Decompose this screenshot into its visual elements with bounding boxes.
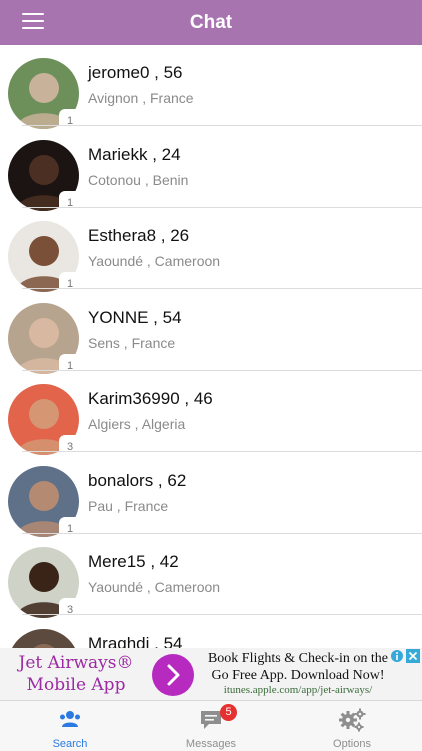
people-icon	[60, 711, 80, 727]
ad-url[interactable]: itunes.apple.com/app/jet-airways/	[198, 684, 398, 696]
tab-options[interactable]: Options	[282, 701, 422, 751]
gears-icon	[339, 708, 366, 732]
info-icon[interactable]	[390, 649, 404, 663]
ad-headline: Book Flights & Check-in on the Go Free A…	[207, 651, 389, 683]
ad-arrow-button[interactable]	[152, 654, 194, 696]
contact-location: Pau , France	[88, 497, 169, 514]
avatar	[8, 628, 79, 648]
contact-location: Cotonou , Benin	[88, 171, 189, 188]
tab-label: Search	[52, 738, 88, 750]
contact-row[interactable]: 1 Mariekk , 24 Cotonou , Benin	[0, 127, 422, 213]
contact-name: Mraghdi , 54	[88, 633, 183, 649]
contact-location: Sens , France	[88, 334, 176, 351]
tab-label: Options	[333, 738, 371, 750]
page-title: Chat	[189, 12, 233, 33]
contact-row[interactable]: 1 Esthera8 , 26 Yaoundé , Cameroon	[0, 208, 422, 294]
app-header: Chat	[0, 0, 422, 45]
ad-banner[interactable]: Jet Airways® Mobile App Book Flights & C…	[0, 648, 422, 700]
tab-search[interactable]: Search	[0, 701, 140, 751]
contact-name: bonalors , 62	[88, 470, 187, 490]
contact-row[interactable]: 3 Mere15 , 42 Yaoundé , Cameroon	[0, 534, 422, 620]
tab-bar: Search 5 Messages Options	[0, 700, 422, 751]
ad-brand-line1: Jet Airways®	[18, 653, 134, 673]
contact-row[interactable]: 1 YONNE , 54 Sens , France	[0, 290, 422, 376]
unread-badge: 5	[220, 704, 237, 721]
contact-name: jerome0 , 56	[88, 63, 183, 82]
contact-row[interactable]: 1 jerome0 , 56 Avignon , France	[0, 45, 422, 131]
ad-brand: Jet Airways® Mobile App	[6, 652, 146, 696]
contact-location: Algiers , Algeria	[88, 416, 186, 432]
contact-row[interactable]: Mraghdi , 54	[0, 616, 422, 649]
tab-messages[interactable]: 5 Messages	[141, 701, 281, 751]
contact-name: Mere15 , 42	[88, 552, 179, 571]
tab-label: Messages	[185, 738, 237, 750]
contact-location: Avignon , France	[88, 90, 194, 106]
contact-list[interactable]: 1 jerome0 , 56 Avignon , France 1 Mariekk , …	[0, 45, 422, 648]
contact-location: Yaoundé , Cameroon	[88, 253, 221, 269]
ad-brand-block[interactable]: Jet Airways® Mobile App	[0, 648, 150, 700]
chevron-right-icon	[167, 664, 180, 686]
contact-row[interactable]: 1 bonalors , 62 Pau , France	[0, 453, 422, 539]
contact-location: Yaoundé , Cameroon	[88, 579, 221, 595]
contact-name: YONNE , 54	[88, 307, 182, 327]
contact-row[interactable]: 3 Karim36990 , 46 Algiers , Algeria	[0, 371, 422, 457]
ad-brand-line2: Mobile App	[26, 675, 126, 695]
close-icon[interactable]	[406, 649, 420, 663]
contact-name: Mariekk , 24	[88, 144, 181, 164]
contact-name: Esthera8 , 26	[88, 226, 190, 245]
contact-name: Karim36990 , 46	[88, 389, 213, 408]
